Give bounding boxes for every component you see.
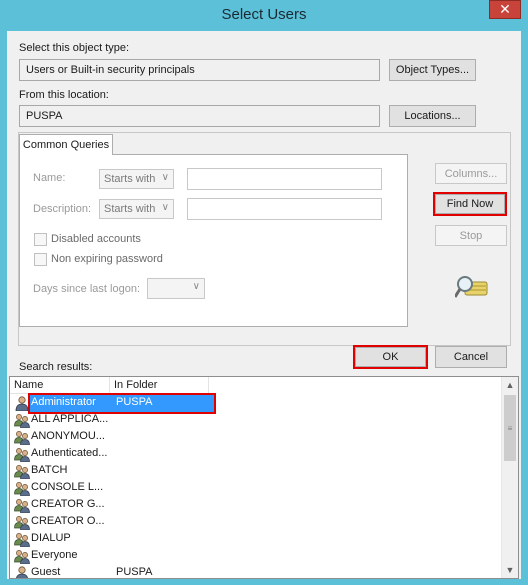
common-queries-pane: Name: Starts with ∨ Description: Starts … [19,154,408,327]
chevron-down-icon: ∨ [161,202,169,213]
table-row[interactable]: ANONYMOU... [10,429,500,446]
group-icon [14,430,30,446]
row-name: Everyone [31,549,78,561]
vertical-scrollbar[interactable]: ▲ ≡ ▼ [501,377,518,578]
group-icon [14,515,30,531]
row-name: BATCH [31,464,68,476]
group-icon [14,413,30,429]
description-label: Description: [33,203,92,215]
scroll-down-icon[interactable]: ▼ [502,562,518,578]
scroll-thumb[interactable]: ≡ [504,395,516,461]
row-name: Authenticated... [31,447,108,459]
table-row[interactable]: DIALUP [10,531,500,548]
row-name: DIALUP [31,532,71,544]
row-name: CREATOR G... [31,498,105,510]
dialog-title: Select Users [221,6,307,23]
group-icon [14,481,30,497]
scroll-up-icon[interactable]: ▲ [502,377,518,393]
row-name: CONSOLE L... [31,481,104,493]
days-since-logon-select[interactable]: ∨ [147,278,205,299]
columns-button[interactable]: Columns... [435,163,507,184]
title-bar[interactable]: Select Users ✕ [0,0,528,31]
find-now-button[interactable]: Find Now [433,192,507,216]
row-folder: PUSPA [116,396,153,408]
name-input[interactable] [187,168,382,190]
dialog-body: Select this object type: Users or Built-… [7,31,521,579]
location-field: PUSPA [19,105,380,127]
table-row[interactable]: ALL APPLICA... [10,412,500,429]
name-mode-value: Starts with [104,173,156,185]
chevron-down-icon: ∨ [161,172,169,183]
non-expiring-label: Non expiring password [51,253,163,265]
search-results-list[interactable]: Name In Folder Administrator PUSPA ALL APP… [9,376,519,579]
ok-button[interactable]: OK [353,345,428,369]
close-icon: ✕ [499,1,511,17]
locations-button[interactable]: Locations... [389,105,476,127]
table-row[interactable]: Everyone [10,548,500,565]
table-row[interactable]: Administrator PUSPA [10,393,500,414]
column-header-in-folder[interactable]: In Folder [110,377,209,394]
group-icon [14,549,30,565]
location-label: From this location: [19,89,109,101]
row-name: Administrator [31,396,96,408]
tab-common-queries[interactable]: Common Queries [19,134,113,155]
non-expiring-checkbox[interactable] [34,253,47,266]
row-name: ANONYMOU... [31,430,105,442]
disabled-accounts-checkbox[interactable] [34,233,47,246]
row-folder: PUSPA [116,566,153,578]
object-type-label: Select this object type: [19,42,130,54]
name-mode-select[interactable]: Starts with ∨ [99,169,174,189]
close-button[interactable]: ✕ [489,0,521,19]
group-icon [14,464,30,480]
days-since-logon-label: Days since last logon: [33,283,140,295]
description-mode-select[interactable]: Starts with ∨ [99,199,174,219]
cancel-button[interactable]: Cancel [435,346,507,368]
description-input[interactable] [187,198,382,220]
object-types-button[interactable]: Object Types... [389,59,476,81]
row-name: Guest [31,566,61,578]
stop-button[interactable]: Stop [435,225,507,246]
select-users-dialog: Select Users ✕ Select this object type: … [0,0,528,585]
row-name: CREATOR O... [31,515,105,527]
table-row[interactable]: CREATOR G... [10,497,500,514]
description-mode-value: Starts with [104,203,156,215]
group-icon [14,447,30,463]
table-row[interactable]: CREATOR O... [10,514,500,531]
table-row[interactable]: BATCH [10,463,500,480]
table-row[interactable]: Authenticated... [10,446,500,463]
table-row[interactable]: CONSOLE L... [10,480,500,497]
group-icon [14,498,30,514]
user-icon [14,396,30,412]
table-row[interactable]: Guest PUSPA [10,565,500,578]
chevron-down-icon: ∨ [192,281,200,292]
row-name: ALL APPLICA... [31,413,109,425]
user-icon [14,566,30,578]
column-header-name[interactable]: Name [10,377,110,394]
disabled-accounts-label: Disabled accounts [51,233,141,245]
object-type-field: Users or Built-in security principals [19,59,380,81]
name-label: Name: [33,172,66,184]
search-icon [453,274,489,302]
group-icon [14,532,30,548]
search-results-label: Search results: [19,361,93,373]
